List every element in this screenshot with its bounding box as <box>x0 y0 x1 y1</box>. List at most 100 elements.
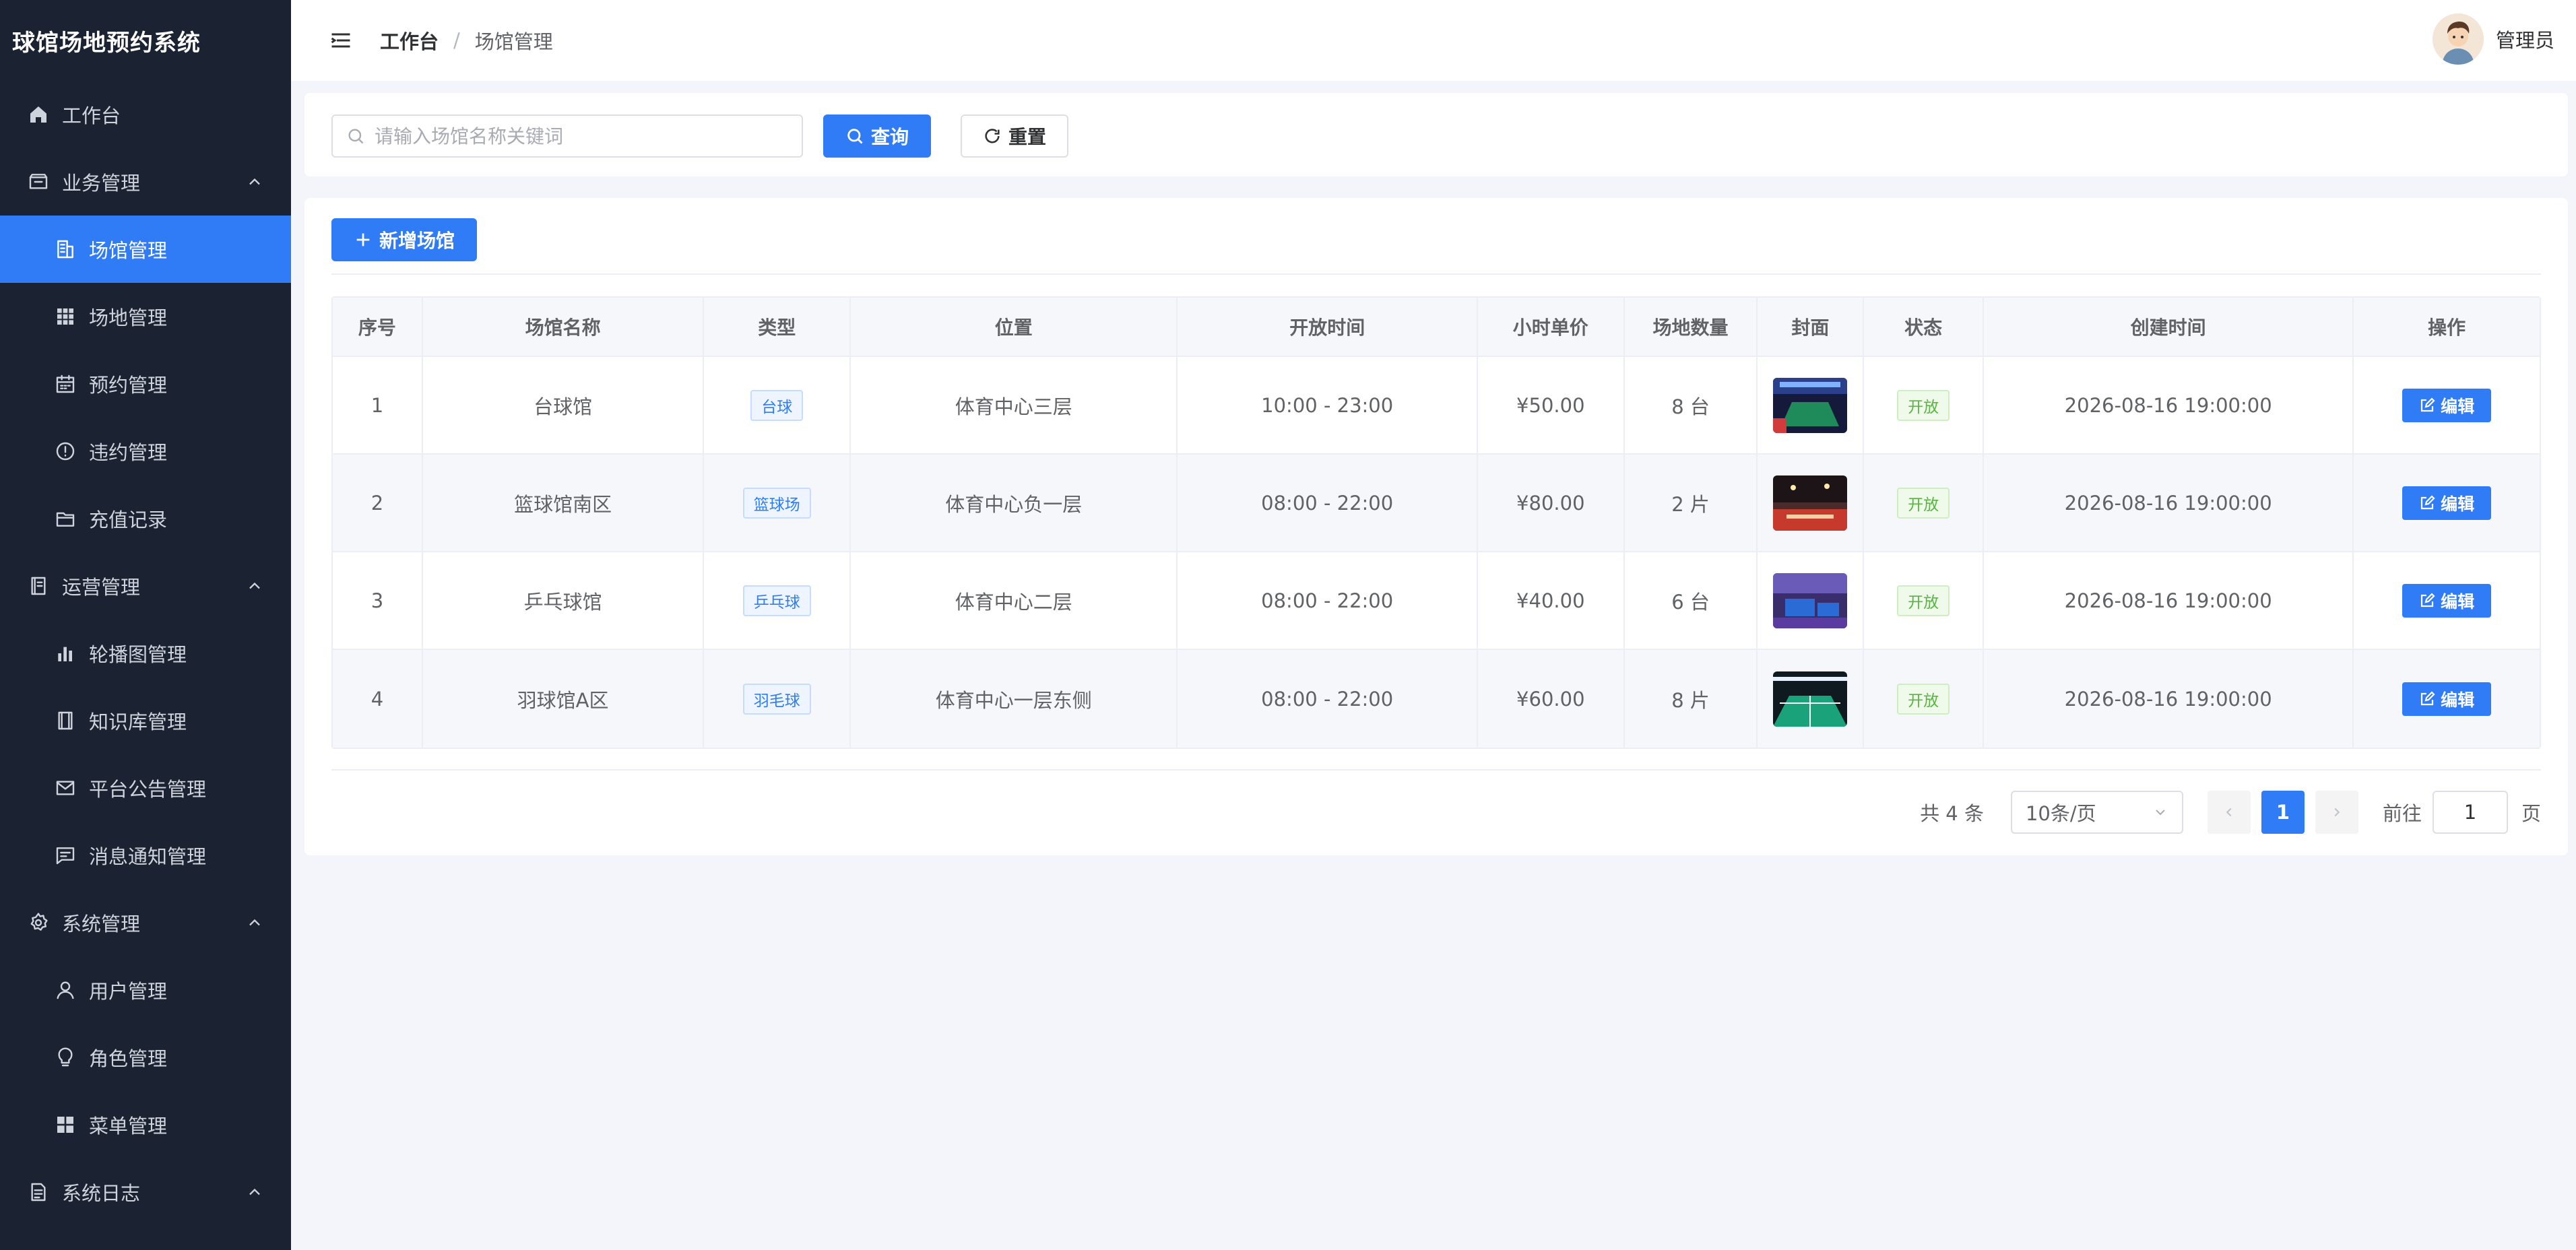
user-name[interactable]: 管理员 <box>2496 25 2554 53</box>
gear-icon <box>27 911 50 934</box>
open-hours: 08:00 - 22:00 <box>1261 589 1394 612</box>
sidebar-item-label: 工作台 <box>62 104 121 127</box>
hourly-price: ¥80.00 <box>1516 491 1585 515</box>
chat-icon <box>54 844 77 867</box>
mail-icon <box>54 777 77 799</box>
cover-image[interactable] <box>1773 475 1848 531</box>
breadcrumb-separator: / <box>453 29 460 52</box>
edit-button[interactable]: 编辑 <box>2402 682 2492 716</box>
menu-toggle-icon[interactable] <box>329 28 353 53</box>
table-cell: 6 台 <box>1625 552 1758 649</box>
column-header: 状态 <box>1864 298 1985 356</box>
status-badge: 开放 <box>1897 683 1950 715</box>
sidebar-item[interactable]: 用户管理 <box>0 956 291 1024</box>
table-cell: 羽球馆A区 <box>423 650 705 748</box>
sidebar-item-label: 运营管理 <box>62 576 141 599</box>
pagination-divider <box>331 769 2541 770</box>
table-cell: 篮球馆南区 <box>423 455 705 551</box>
header: 工作台 / 场馆管理 管理员 <box>291 0 2576 81</box>
edit-icon <box>2421 690 2435 705</box>
sidebar-item-label: 业务管理 <box>62 172 141 195</box>
chevron-up-icon <box>249 178 260 185</box>
table-cell: 体育中心三层 <box>851 357 1178 453</box>
table-cell: 2026-08-16 19:00:00 <box>1984 552 2354 649</box>
page-size-select[interactable]: 10条/页 <box>2010 791 2183 834</box>
sidebar-item[interactable]: 轮播图管理 <box>0 620 291 687</box>
page-number-button[interactable]: 1 <box>2261 791 2305 834</box>
sidebar-item-label: 平台公告管理 <box>89 778 207 801</box>
sidebar-item[interactable]: 工作台 <box>0 81 291 148</box>
sidebar-item[interactable]: 角色管理 <box>0 1024 291 1091</box>
goto-label: 前往 <box>2382 802 2422 825</box>
sidebar-item[interactable]: 业务管理 <box>0 148 291 216</box>
table-cell: 乒乓球馆 <box>423 552 705 649</box>
sidebar-item[interactable]: 平台公告管理 <box>0 754 291 822</box>
next-page-button[interactable] <box>2315 791 2358 834</box>
table-cell: 2026-08-16 19:00:00 <box>1984 357 2354 453</box>
avatar[interactable] <box>2432 13 2484 65</box>
sidebar-item-label: 轮播图管理 <box>89 643 187 666</box>
open-hours: 08:00 - 22:00 <box>1261 687 1394 711</box>
user-icon <box>54 979 77 1001</box>
breadcrumb-home[interactable]: 工作台 <box>380 26 439 55</box>
table-body: 1 台球馆 台球 体育中心三层 10:00 - 23:00 ¥50.00 8 台开放 2026… <box>333 357 2540 748</box>
type-tag: 篮球场 <box>742 487 811 519</box>
sidebar-item-label: 违约管理 <box>89 441 168 464</box>
edit-button[interactable]: 编辑 <box>2402 583 2492 618</box>
table-header: 序号 场馆名称 类型 位置 开放时间 小时单价 场地数量 封面 状态 创建时间 操作 <box>333 298 2540 357</box>
table-cell: 开放 <box>1864 650 1985 748</box>
table-cell: 08:00 - 22:00 <box>1178 552 1478 649</box>
table-cell: 台球 <box>704 357 851 453</box>
pagination-total: 共 4 条 <box>1920 802 1984 825</box>
user-menu[interactable]: 管理员 <box>2432 13 2554 65</box>
table-cell: 编辑 <box>2354 357 2540 453</box>
table-cell: 编辑 <box>2354 552 2540 649</box>
created-time: 2026-08-16 19:00:00 <box>2064 589 2272 612</box>
sidebar-menu: 工作台业务管理场馆管理场地管理 预约管理违约管理充值记录运营管理轮播图管理知识库管… <box>0 81 291 1226</box>
sidebar-item[interactable]: 违约管理 <box>0 418 291 485</box>
sidebar-item[interactable]: 消息通知管理 <box>0 822 291 889</box>
home-icon <box>27 103 50 126</box>
sidebar-item[interactable]: 知识库管理 <box>0 687 291 754</box>
type-tag: 台球 <box>750 389 804 421</box>
table-cell: 体育中心二层 <box>851 552 1178 649</box>
search-input[interactable] <box>375 125 779 147</box>
status-badge: 开放 <box>1897 487 1950 519</box>
goto-page-input[interactable] <box>2432 791 2508 834</box>
edit-button[interactable]: 编辑 <box>2402 388 2492 422</box>
created-time: 2026-08-16 19:00:00 <box>2064 393 2272 417</box>
add-venue-button-label: 新增场馆 <box>379 230 455 252</box>
sidebar-item[interactable]: 场馆管理 <box>0 216 291 283</box>
edit-button[interactable]: 编辑 <box>2402 486 2492 520</box>
sidebar-item[interactable]: 场地管理 <box>0 283 291 350</box>
sidebar-item[interactable]: 预约管理 <box>0 350 291 418</box>
column-header: 开放时间 <box>1178 298 1478 356</box>
sidebar-item[interactable]: 运营管理 <box>0 552 291 620</box>
table-cell: 08:00 - 22:00 <box>1178 650 1478 748</box>
search-box[interactable] <box>331 114 803 158</box>
table-cell <box>1758 455 1865 551</box>
prev-page-button[interactable] <box>2207 791 2251 834</box>
tiles-icon <box>54 1113 77 1136</box>
row-index: 1 <box>371 393 384 417</box>
cover-image[interactable] <box>1773 572 1848 628</box>
query-button[interactable]: 查询 <box>823 114 931 158</box>
venue-location: 体育中心二层 <box>955 590 1072 614</box>
add-venue-button[interactable]: 新增场馆 <box>331 218 477 261</box>
table-cell: 1 <box>333 357 423 453</box>
sidebar-item-label: 系统管理 <box>62 913 141 935</box>
edit-button-label: 编辑 <box>2441 690 2475 710</box>
sidebar-item-label: 场馆管理 <box>89 239 168 262</box>
cover-image[interactable] <box>1773 377 1848 433</box>
status-badge: 开放 <box>1897 585 1950 616</box>
cover-image[interactable] <box>1773 671 1848 727</box>
table-cell: 体育中心负一层 <box>851 455 1178 551</box>
sidebar-item[interactable]: 系统管理 <box>0 889 291 956</box>
hourly-price: ¥60.00 <box>1516 687 1585 711</box>
sidebar-item[interactable]: 菜单管理 <box>0 1091 291 1158</box>
reset-button[interactable]: 重置 <box>961 114 1068 158</box>
sidebar-item-label: 系统日志 <box>62 1182 141 1205</box>
sidebar-item[interactable]: 系统日志 <box>0 1158 291 1226</box>
page-size-value: 10条/页 <box>2025 802 2096 825</box>
sidebar-item[interactable]: 充值记录 <box>0 485 291 552</box>
